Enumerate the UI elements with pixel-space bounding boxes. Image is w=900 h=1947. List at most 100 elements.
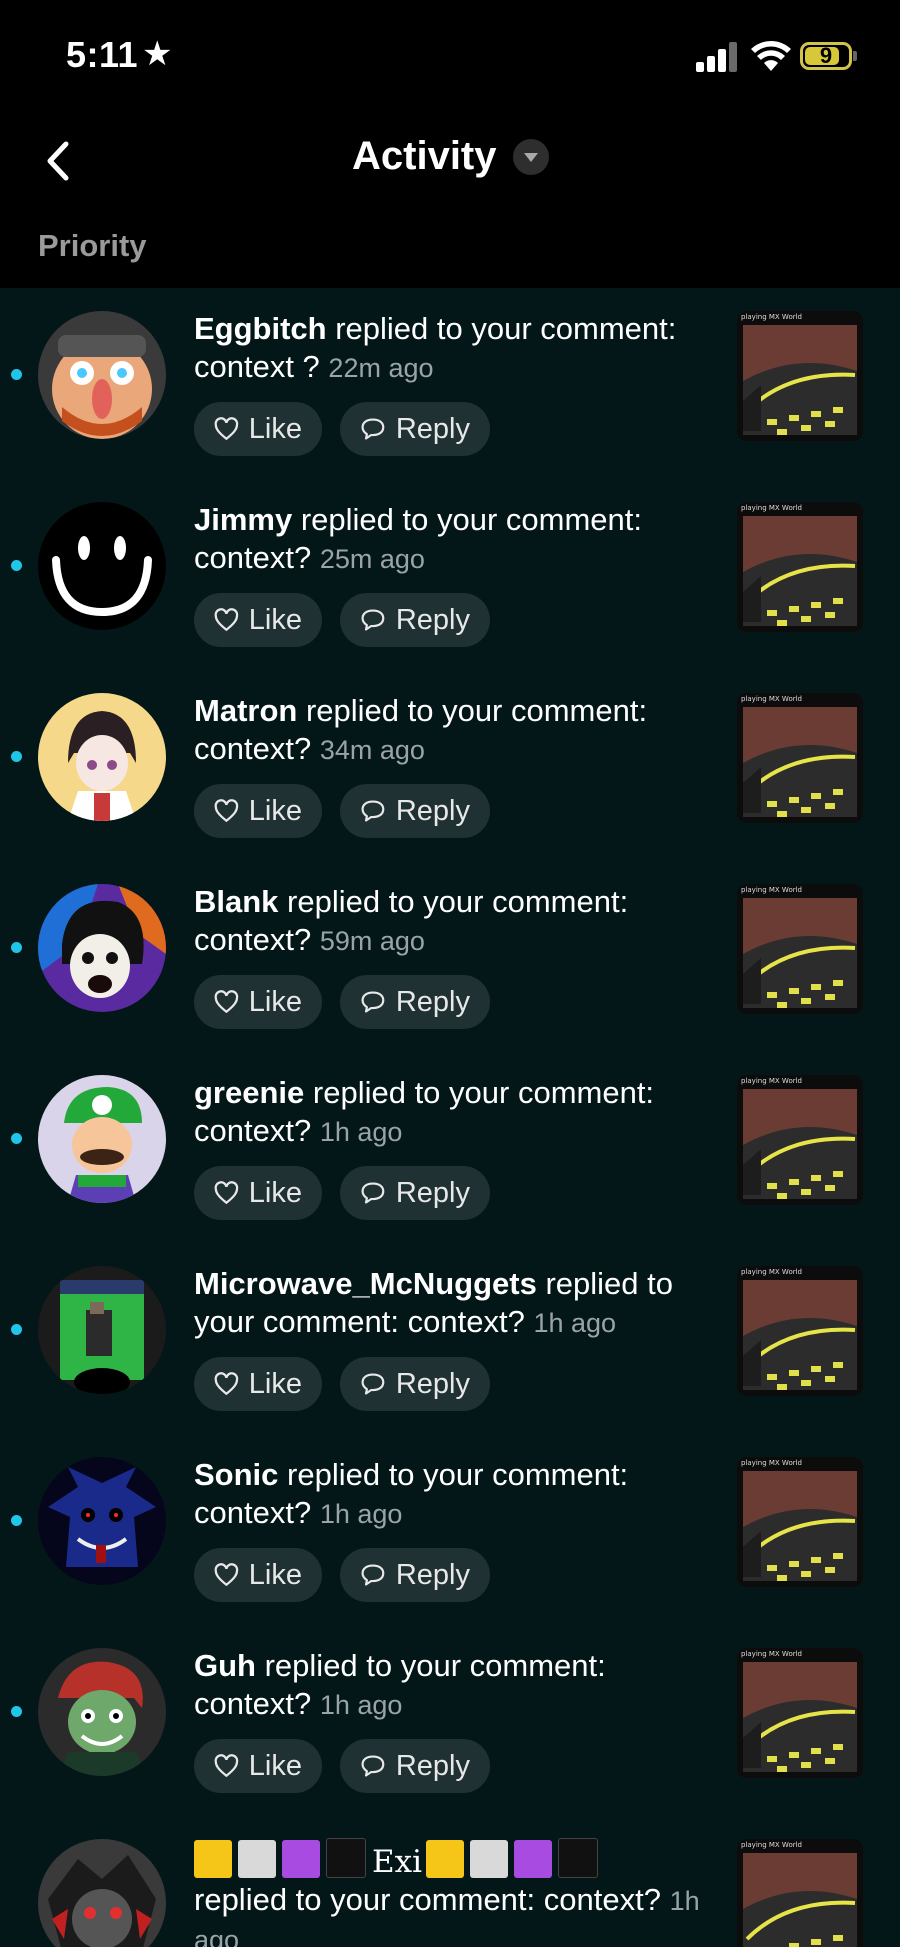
notification-text: Jimmy replied to your comment: context? …	[194, 501, 714, 578]
notification-item[interactable]: Guh replied to your comment: context? 1h…	[0, 1625, 900, 1816]
speech-bubble-icon	[361, 800, 385, 822]
back-chevron-icon[interactable]	[38, 136, 78, 186]
header: Activity Priority	[0, 110, 900, 288]
video-thumbnail[interactable]: playing MX World	[737, 693, 863, 823]
like-label: Like	[248, 412, 302, 445]
video-thumbnail[interactable]: playing MX World	[737, 1457, 863, 1587]
time-ago: 59m ago	[319, 926, 425, 956]
notification-item[interactable]: Matron replied to your comment: context?…	[0, 670, 900, 861]
username[interactable]: Blank	[194, 884, 278, 919]
username[interactable]: Jimmy	[194, 502, 292, 537]
like-button[interactable]: Like	[194, 402, 322, 456]
username-decoration	[426, 1838, 604, 1879]
username[interactable]: Guh	[194, 1648, 256, 1683]
unread-dot	[11, 1706, 22, 1717]
section-label-priority: Priority	[38, 228, 147, 263]
avatar[interactable]	[38, 1648, 166, 1776]
heart-icon	[214, 1754, 239, 1778]
reply-button[interactable]: Reply	[340, 1166, 490, 1220]
video-thumbnail[interactable]: playing MX World	[737, 311, 863, 441]
username[interactable]: Exi	[372, 1844, 422, 1880]
speech-bubble-icon	[361, 1564, 385, 1586]
like-label: Like	[248, 1558, 302, 1591]
username[interactable]: Sonic	[194, 1457, 278, 1492]
reply-button[interactable]: Reply	[340, 1357, 490, 1411]
notification-item[interactable]: Eggbitch replied to your comment: contex…	[0, 288, 900, 479]
video-thumbnail[interactable]: playing MX World	[737, 1266, 863, 1396]
like-button[interactable]: Like	[194, 1357, 322, 1411]
reply-button[interactable]: Reply	[340, 784, 490, 838]
notification-actions: Like Reply	[194, 1739, 490, 1793]
like-button[interactable]: Like	[194, 1548, 322, 1602]
notification-item[interactable]: Exi replied to your comment: context? 1h…	[0, 1816, 900, 1947]
like-label: Like	[248, 794, 302, 827]
unread-dot	[11, 751, 22, 762]
video-thumbnail[interactable]: playing MX World	[737, 1075, 863, 1205]
notification-item[interactable]: greenie replied to your comment: context…	[0, 1052, 900, 1243]
reply-label: Reply	[395, 985, 470, 1018]
unread-dot	[11, 1515, 22, 1526]
thumbnail-caption: playing MX World	[741, 313, 802, 321]
notification-item[interactable]: Blank replied to your comment: context? …	[0, 861, 900, 1052]
reply-button[interactable]: Reply	[340, 1739, 490, 1793]
notification-text: Exi replied to your comment: context? 1h…	[194, 1838, 714, 1947]
thumbnail-caption: playing MX World	[741, 1077, 802, 1085]
reply-button[interactable]: Reply	[340, 975, 490, 1029]
time-ago: 1h ago	[319, 1499, 403, 1529]
cellular-signal-icon	[696, 42, 740, 72]
video-thumbnail[interactable]: playing MX World	[737, 502, 863, 632]
like-button[interactable]: Like	[194, 784, 322, 838]
thumbnail-caption: playing MX World	[741, 1650, 802, 1658]
like-button[interactable]: Like	[194, 593, 322, 647]
heart-icon	[214, 1563, 239, 1587]
avatar[interactable]	[38, 311, 166, 439]
reply-label: Reply	[395, 412, 470, 445]
reply-label: Reply	[395, 1558, 470, 1591]
battery-icon: 9	[800, 42, 852, 70]
speech-bubble-icon	[361, 1755, 385, 1777]
notification-item[interactable]: Jimmy replied to your comment: context? …	[0, 479, 900, 670]
reply-button[interactable]: Reply	[340, 1548, 490, 1602]
speech-bubble-icon	[361, 1373, 385, 1395]
activity-filter-dropdown[interactable]: Activity	[352, 134, 549, 179]
avatar[interactable]	[38, 1457, 166, 1585]
like-button[interactable]: Like	[194, 1739, 322, 1793]
notification-text: Eggbitch replied to your comment: contex…	[194, 310, 714, 387]
unread-dot	[11, 1133, 22, 1144]
unread-dot	[11, 560, 22, 571]
notification-actions: Like Reply	[194, 402, 490, 456]
heart-icon	[214, 1181, 239, 1205]
reply-button[interactable]: Reply	[340, 593, 490, 647]
battery-level: 9	[819, 43, 833, 68]
time-ago: 1h ago	[533, 1308, 617, 1338]
notification-actions: Like Reply	[194, 1166, 490, 1220]
thumbnail-caption: playing MX World	[741, 886, 802, 894]
username[interactable]: Microwave_McNuggets	[194, 1266, 537, 1301]
like-button[interactable]: Like	[194, 1166, 322, 1220]
reply-label: Reply	[395, 603, 470, 636]
video-thumbnail[interactable]: playing MX World	[737, 884, 863, 1014]
reply-label: Reply	[395, 1749, 470, 1782]
avatar[interactable]	[38, 693, 166, 821]
avatar[interactable]	[38, 502, 166, 630]
notification-actions: Like Reply	[194, 784, 490, 838]
video-thumbnail[interactable]: playing MX World	[737, 1839, 863, 1947]
unread-dot	[11, 369, 22, 380]
username[interactable]: Eggbitch	[194, 311, 327, 346]
like-button[interactable]: Like	[194, 975, 322, 1029]
star-icon: ★	[142, 35, 173, 73]
notification-actions: Like Reply	[194, 1548, 490, 1602]
speech-bubble-icon	[361, 991, 385, 1013]
username[interactable]: greenie	[194, 1075, 304, 1110]
notification-item[interactable]: Microwave_McNuggets replied to your comm…	[0, 1243, 900, 1434]
username[interactable]: Matron	[194, 693, 297, 728]
reply-button[interactable]: Reply	[340, 402, 490, 456]
notification-item[interactable]: Sonic replied to your comment: context? …	[0, 1434, 900, 1625]
avatar[interactable]	[38, 884, 166, 1012]
video-thumbnail[interactable]: playing MX World	[737, 1648, 863, 1778]
avatar[interactable]	[38, 1839, 166, 1947]
notification-text: Blank replied to your comment: context? …	[194, 883, 714, 960]
avatar[interactable]	[38, 1266, 166, 1394]
thumbnail-caption: playing MX World	[741, 1841, 802, 1849]
avatar[interactable]	[38, 1075, 166, 1203]
